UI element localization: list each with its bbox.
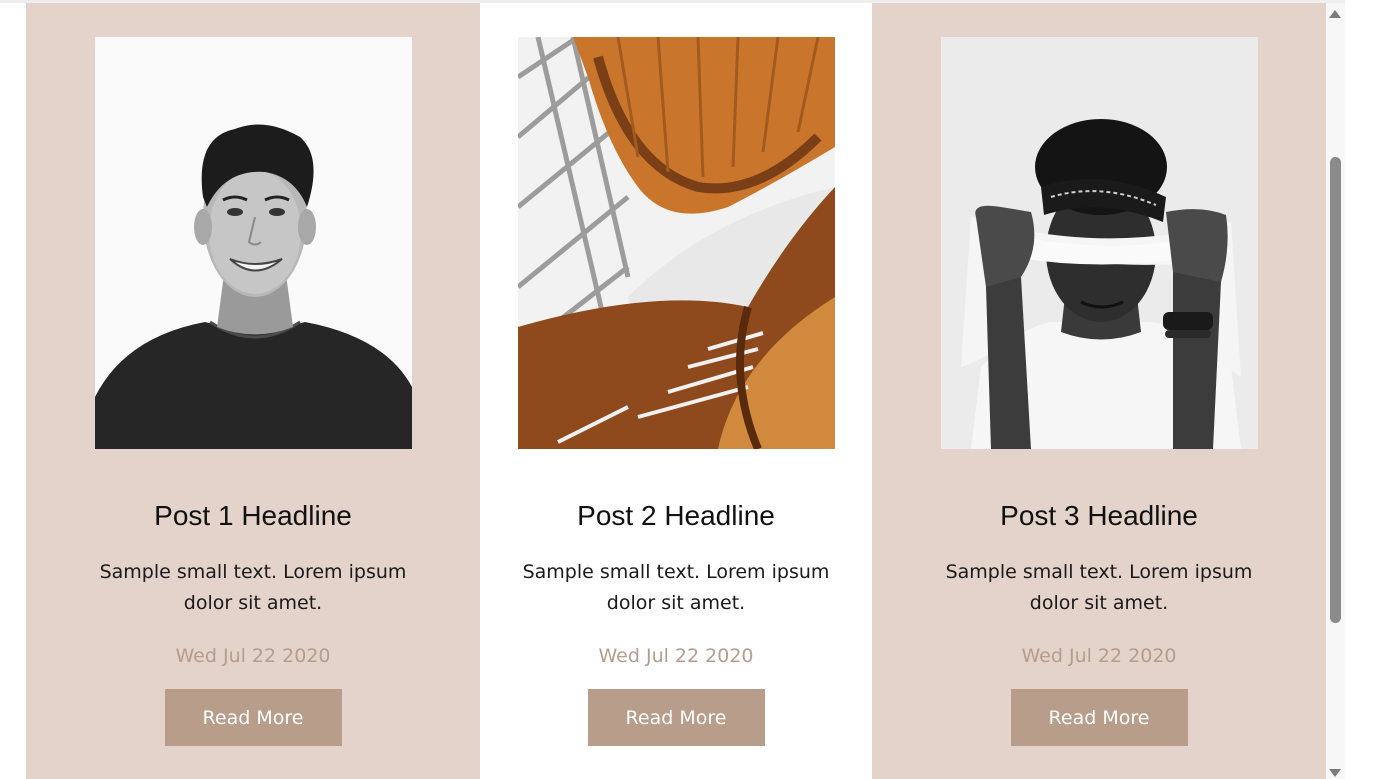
post-3-excerpt: Sample small text. Lorem ipsum dolor sit… (945, 561, 1253, 614)
post-1-excerpt: Sample small text. Lorem ipsum dolor sit… (99, 561, 407, 614)
scroll-up-icon[interactable] (1329, 10, 1341, 18)
post-3-image[interactable] (940, 37, 1258, 449)
post-card-1: Post 1 Headline Sample small text. Lorem… (26, 3, 480, 779)
post-1-image[interactable] (94, 37, 412, 449)
post-2-read-more-button[interactable]: Read More (587, 689, 765, 746)
post-3-date: Wed Jul 22 2020 (1021, 645, 1177, 667)
post-3-headline[interactable]: Post 3 Headline (1000, 499, 1198, 533)
post-1-read-more-button[interactable]: Read More (164, 689, 342, 746)
scroll-down-icon[interactable] (1329, 769, 1341, 777)
post-2-date: Wed Jul 22 2020 (598, 645, 754, 667)
vertical-scrollbar[interactable] (1326, 3, 1345, 779)
right-margin (1345, 0, 1385, 779)
post-2-excerpt: Sample small text. Lorem ipsum dolor sit… (522, 561, 830, 614)
post-1-date: Wed Jul 22 2020 (175, 645, 331, 667)
post-2-headline[interactable]: Post 2 Headline (577, 499, 775, 533)
post-1-headline[interactable]: Post 1 Headline (154, 499, 352, 533)
scrollbar-thumb[interactable] (1330, 157, 1341, 623)
post-card-2: Post 2 Headline Sample small text. Lorem… (480, 3, 872, 779)
post-3-read-more-button[interactable]: Read More (1010, 689, 1188, 746)
post-2-image[interactable] (517, 37, 835, 449)
posts-grid: Post 1 Headline Sample small text. Lorem… (26, 3, 1326, 779)
post-card-3: Post 3 Headline Sample small text. Lorem… (872, 3, 1326, 779)
